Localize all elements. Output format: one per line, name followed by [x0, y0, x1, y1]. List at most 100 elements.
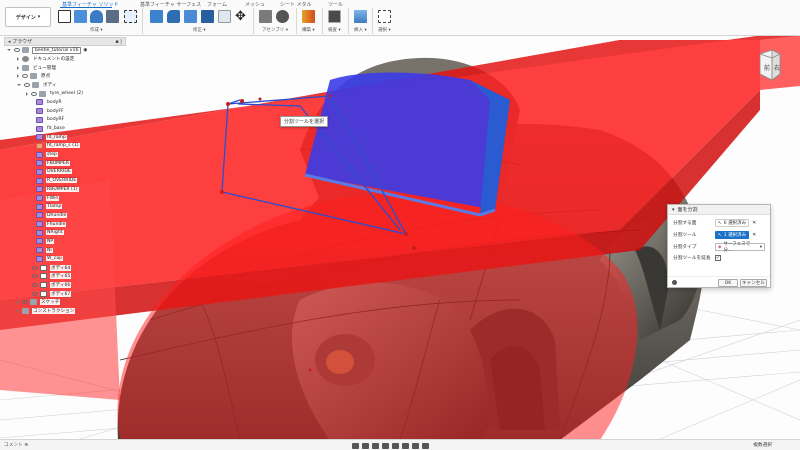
comment-panel[interactable]: コメント ⊕	[4, 442, 28, 448]
browser-body-group[interactable]: ボディ66	[4, 281, 126, 290]
browser-body-item[interactable]: FBUMPER	[4, 159, 126, 168]
visibility-eye-icon[interactable]	[32, 282, 38, 287]
move-icon[interactable]: ✥	[235, 10, 248, 23]
browser-body-item[interactable]: Dhundle	[4, 211, 126, 220]
browser-body-item[interactable]: NRight	[4, 228, 126, 237]
visibility-eye-icon[interactable]	[22, 300, 28, 305]
revolve-icon[interactable]	[90, 10, 103, 23]
tool-selector[interactable]: ↖ 1 選択済み	[715, 231, 750, 239]
browser-body-item[interactable]: fd_ramp_s (1)	[4, 142, 126, 151]
clear-tool-icon[interactable]: ✕	[752, 232, 756, 238]
tab-form[interactable]: フォーム	[207, 1, 227, 8]
display-settings-icon[interactable]	[402, 442, 409, 449]
tab-sheet-metal[interactable]: シート メタル	[280, 1, 312, 8]
info-icon[interactable]	[672, 280, 677, 285]
expand-icon[interactable]	[17, 57, 19, 62]
pattern-icon[interactable]	[124, 10, 137, 23]
group-select[interactable]: 選択 ▾	[378, 27, 391, 33]
visibility-eye-icon[interactable]	[31, 91, 37, 96]
tab-mesh[interactable]: メッシュ	[245, 1, 265, 8]
orbit-icon[interactable]	[352, 442, 359, 449]
browser-node-views[interactable]: ビュー管理	[4, 63, 126, 72]
group-construct[interactable]: 構築 ▾	[302, 27, 315, 33]
workspace-switcher[interactable]: デザイン ▾	[5, 7, 51, 27]
browser-body-group[interactable]: ボディ65	[4, 272, 126, 281]
split-face-icon[interactable]	[218, 10, 231, 23]
expand-icon[interactable]	[7, 49, 11, 52]
group-modify[interactable]: 修正 ▾	[193, 27, 206, 33]
browser-body-item[interactable]: fd_base	[4, 124, 126, 133]
browser-body-item[interactable]: R_OVERRIDE	[4, 176, 126, 185]
grid-settings-icon[interactable]	[412, 442, 419, 449]
visibility-eye-icon[interactable]	[32, 291, 38, 296]
browser-body-group[interactable]: ボディ67	[4, 289, 126, 298]
select-icon[interactable]	[378, 10, 391, 23]
browser-root[interactable]: beetle_tutorial v16 ◉	[4, 46, 126, 55]
browser-body-item[interactable]: tyre_wheel (2)	[4, 89, 126, 98]
expand-icon[interactable]	[17, 74, 19, 79]
fit-icon[interactable]	[392, 442, 399, 449]
group-inspect[interactable]: 検査 ▾	[328, 27, 341, 33]
browser-node-settings[interactable]: ドキュメントの設定	[4, 55, 126, 64]
new-component-icon[interactable]	[259, 10, 272, 23]
zoom-icon[interactable]	[382, 442, 389, 449]
visibility-eye-icon[interactable]	[22, 74, 28, 79]
browser-body-item[interactable]: W_cap	[4, 255, 126, 264]
browser-body-item[interactable]: FWin	[4, 194, 126, 203]
visibility-eye-icon[interactable]	[24, 83, 30, 88]
split-type-dropdown[interactable]: ◆ サーフェスで分... ▾	[715, 242, 765, 253]
browser-body-item[interactable]: bodyR	[4, 98, 126, 107]
extend-checkbox[interactable]: ✓	[715, 255, 721, 261]
browser-node-sketches[interactable]: スケッチ	[4, 298, 126, 307]
measure-icon[interactable]	[328, 10, 341, 23]
tab-tools[interactable]: ツール	[328, 1, 343, 8]
expand-icon[interactable]	[17, 84, 21, 87]
collapse-icon[interactable]: ▾	[672, 207, 675, 213]
record-icon[interactable]: ◉	[83, 48, 87, 53]
browser-body-item[interactable]: Fhundle	[4, 220, 126, 229]
look-at-icon[interactable]	[362, 442, 369, 449]
shell-icon[interactable]	[201, 10, 214, 23]
hole-icon[interactable]	[106, 10, 119, 23]
create-sketch-icon[interactable]	[58, 10, 71, 23]
extrude-icon[interactable]	[74, 10, 87, 23]
dialog-title-bar[interactable]: ▾ 面を分割	[668, 205, 770, 215]
pin-icon[interactable]: ▪ |	[115, 39, 122, 45]
visibility-eye-icon[interactable]	[14, 48, 20, 53]
group-insert[interactable]: 挿入 ▾	[354, 27, 367, 33]
joint-icon[interactable]	[276, 10, 289, 23]
expand-icon[interactable]	[17, 300, 19, 305]
press-pull-icon[interactable]	[150, 10, 163, 23]
group-create[interactable]: 作成 ▾	[90, 27, 103, 33]
browser-node-construction[interactable]: コンストラクション	[4, 307, 126, 316]
browser-body-item[interactable]: bodyRF	[4, 116, 126, 125]
visibility-eye-icon[interactable]	[32, 274, 38, 279]
expand-icon[interactable]	[17, 65, 19, 70]
clear-faces-icon[interactable]: ✕	[752, 220, 756, 226]
browser-body-item[interactable]: fd_ramp	[4, 133, 126, 142]
browser-node-bodies[interactable]: ボディ	[4, 81, 126, 90]
browser-header[interactable]: ◂ ブラウザ ▪ |	[4, 37, 126, 46]
expand-icon[interactable]	[17, 308, 19, 313]
browser-body-group[interactable]: ボディ64	[4, 263, 126, 272]
visibility-eye-icon[interactable]	[32, 265, 38, 270]
browser-body-item[interactable]: bodyFF	[4, 107, 126, 116]
insert-image-icon[interactable]	[354, 10, 367, 23]
browser-body-item[interactable]: NP	[4, 237, 126, 246]
viewcube[interactable]: 前 右	[756, 44, 782, 84]
browser-node-origin[interactable]: 原点	[4, 72, 126, 81]
ok-button[interactable]: OK	[718, 279, 738, 287]
browser-body-item[interactable]: NI	[4, 246, 126, 255]
cancel-button[interactable]: キャンセル	[740, 279, 767, 287]
browser-body-item[interactable]: step	[4, 150, 126, 159]
browser-body-item[interactable]: OVERRIDE	[4, 168, 126, 177]
viewports-icon[interactable]	[422, 442, 429, 449]
browser-body-item[interactable]: Tlamp	[4, 202, 126, 211]
fillet-icon[interactable]	[167, 10, 180, 23]
expand-icon[interactable]	[26, 91, 28, 96]
pan-icon[interactable]	[372, 442, 379, 449]
offset-plane-icon[interactable]	[302, 10, 315, 23]
browser-body-item[interactable]: RBUMPER (1)	[4, 185, 126, 194]
faces-selector[interactable]: ↖ 6 選択済み	[715, 219, 750, 227]
group-assemble[interactable]: アセンブリ ▾	[262, 27, 288, 33]
